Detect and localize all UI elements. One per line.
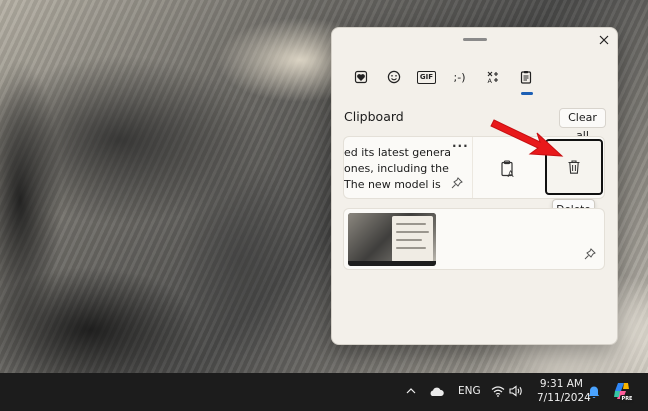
cloud-icon (430, 387, 444, 396)
clock-button[interactable]: 9:31 AM 7/11/2024 (537, 377, 591, 405)
tab-recently-used[interactable] (344, 64, 377, 90)
panel-tabs: GIF ;-) A (344, 64, 542, 95)
clipboard-item-image[interactable] (343, 208, 605, 270)
divider (472, 137, 473, 198)
taskbar: ENG 9:31 AM 7/11/2024 PRE (0, 373, 648, 411)
trash-icon (568, 160, 580, 174)
more-options-button[interactable]: ··· (452, 139, 469, 153)
heart-sticker-icon (354, 70, 367, 84)
svg-text:A: A (487, 77, 492, 84)
thumbnail-taskbar (348, 261, 436, 266)
pin-button[interactable] (451, 177, 465, 191)
symbols-icon: A (487, 71, 498, 84)
pin-button[interactable] (584, 248, 596, 263)
volume-button[interactable] (509, 385, 523, 400)
notifications-button[interactable] (587, 384, 601, 402)
thumbnail-line (396, 247, 426, 249)
tab-kaomoji[interactable]: ;-) (443, 64, 476, 90)
tab-gif[interactable]: GIF (410, 64, 443, 90)
pin-icon (584, 248, 596, 260)
onedrive-button[interactable] (428, 386, 444, 400)
svg-text:A: A (508, 170, 515, 178)
thumbnail-line (396, 223, 426, 225)
clock-date: 7/11/2024 (537, 392, 591, 404)
thumbnail-line (396, 239, 422, 241)
close-button[interactable] (594, 31, 614, 51)
language-indicator[interactable]: ENG (458, 385, 481, 397)
tab-clipboard[interactable] (509, 64, 542, 95)
gif-icon: GIF (416, 70, 437, 84)
tab-symbols[interactable]: A (476, 64, 509, 90)
chevron-up-icon (406, 388, 416, 394)
text-line: ones, including the (344, 162, 449, 175)
preview-badge: PRE (620, 395, 634, 403)
drag-handle[interactable] (463, 38, 487, 41)
red-arrow-annotation (490, 119, 564, 157)
close-icon (599, 35, 609, 45)
emoji-icon (387, 70, 400, 84)
speaker-icon (509, 385, 522, 397)
clock-time: 9:31 AM (539, 378, 583, 390)
clipboard-icon (520, 71, 531, 84)
emoji-clipboard-panel: GIF ;-) A Clipboard Clear all ed its lat… (331, 27, 618, 345)
kaomoji-icon: ;-) (453, 70, 466, 84)
section-title: Clipboard (344, 109, 404, 124)
screenshot-thumbnail (348, 213, 436, 266)
pin-icon (451, 177, 463, 189)
wifi-icon (491, 386, 505, 397)
wifi-button[interactable] (491, 385, 505, 400)
show-hidden-icons-button[interactable] (406, 385, 416, 398)
bell-icon (588, 386, 600, 399)
thumbnail-line (396, 231, 429, 233)
tab-emoji[interactable] (377, 64, 410, 90)
